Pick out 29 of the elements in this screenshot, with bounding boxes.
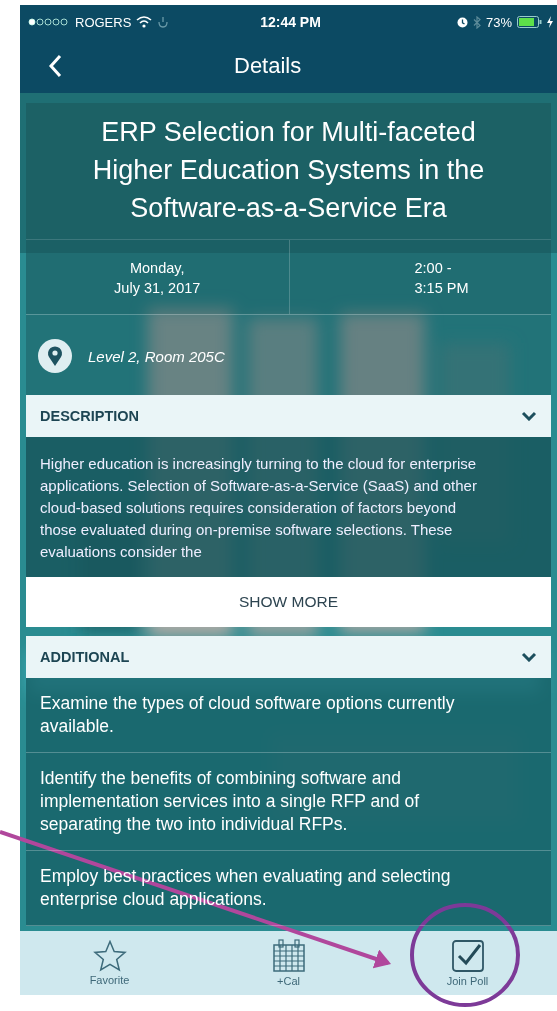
session-time: 2:00 - 3:15 PM — [288, 240, 551, 314]
checkbox-icon — [450, 939, 485, 973]
tab-bar-item[interactable]: Favorite — [20, 931, 199, 995]
description-text: Higher education is increasingly turning to the cloud for enterprise applications. Selection of Software-as-a-Service (SaaS) and other cloud-based solutions requires consideration of factors beyond those evaluated during on-premise software selections. These evaluations consider the — [26, 437, 551, 577]
back-icon — [48, 54, 62, 78]
battery-percent: 73% — [485, 14, 512, 30]
status-time: 12:44 PM — [260, 14, 321, 30]
wifi-icon — [136, 16, 153, 28]
activity-icon — [157, 16, 170, 28]
tab-bar-item[interactable]: Join Poll — [378, 931, 557, 995]
session-location: Level 2, Room 205C — [88, 347, 225, 365]
show-more-button[interactable]: SHOW MORE — [26, 577, 551, 627]
location-pin-icon — [38, 339, 72, 373]
battery-icon — [517, 16, 542, 28]
charging-icon — [547, 16, 553, 28]
objective-item: Identify the benefits of combining software and implementation services into a single RFP and of separating the two into individual RFPs. — [26, 753, 551, 851]
signal-icon — [28, 17, 70, 27]
alarm-icon — [456, 16, 468, 28]
screen-title: Details — [234, 53, 302, 79]
calendar-icon — [271, 939, 306, 973]
section-header[interactable]: ADDITIONAL — [26, 636, 551, 678]
bluetooth-icon — [472, 15, 481, 29]
carrier-name: ROGERS — [75, 14, 132, 30]
star-icon — [92, 940, 127, 972]
tab-bar-item[interactable]: +Cal — [199, 931, 378, 995]
objective-item: Examine the types of cloud software options currently available. — [26, 678, 551, 753]
session-date: Monday, July 31, 2017 — [113, 259, 202, 298]
session-title: ERP Selection for Multi-faceted Higher Education Systems in the Software-as-a-Service Era — [91, 116, 486, 225]
section-header[interactable]: DESCRIPTION — [26, 395, 551, 437]
